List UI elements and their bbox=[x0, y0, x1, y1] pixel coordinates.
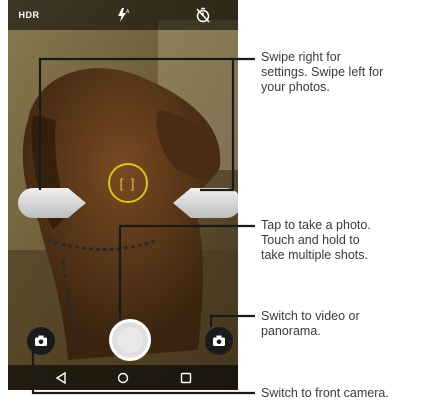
callout-video: Switch to video or panorama. bbox=[261, 309, 360, 338]
leader-video bbox=[209, 314, 255, 327]
leader-swipe-right bbox=[200, 59, 235, 192]
leader-shutter bbox=[118, 224, 255, 320]
callout-front-camera: Switch to front camera. bbox=[261, 386, 389, 400]
leader-front-camera bbox=[31, 350, 255, 395]
callout-swipe: Swipe right for settings. Swipe left for… bbox=[261, 50, 384, 94]
callout-shutter: Tap to take a photo. Touch and hold to t… bbox=[261, 218, 371, 262]
leader-swipe bbox=[38, 57, 255, 190]
